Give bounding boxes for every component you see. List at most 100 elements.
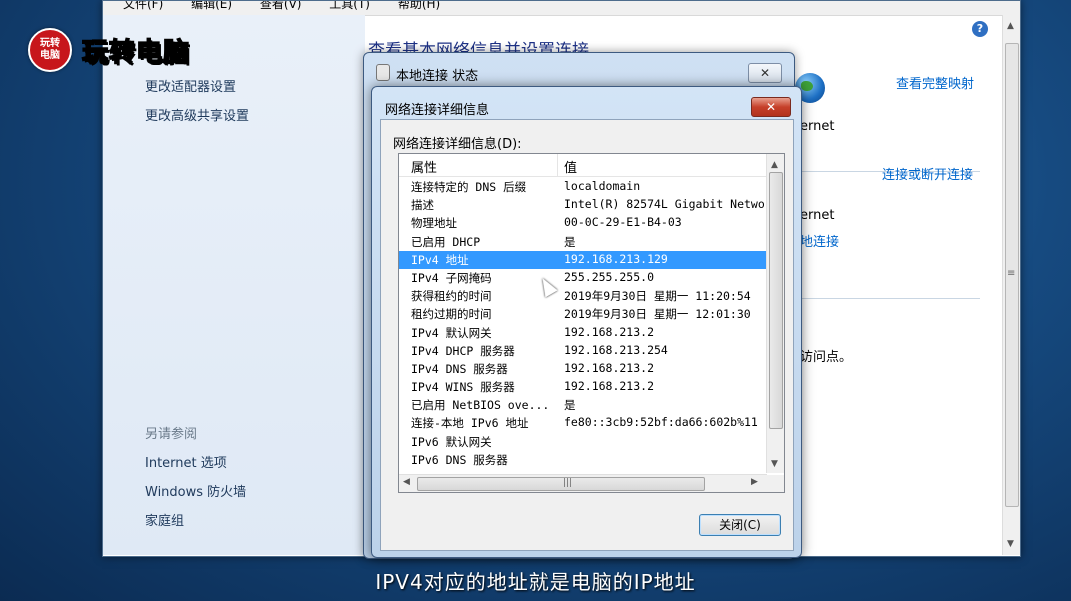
scrollbar-thumb[interactable]: ||| — [417, 477, 705, 491]
value-cell: 192.168.213.2 — [564, 360, 655, 375]
list-rows: 连接特定的 DNS 后缀 localdomain 描述 Intel(R) 82574L… — [399, 178, 767, 469]
details-dialog-title: 网络连接详细信息 — [385, 103, 490, 118]
left-nav-pane: 更改适配器设置 更改高级共享设置 另请参阅 Internet 选项 Window… — [103, 15, 365, 555]
details-list-label: 网络连接详细信息(D): — [393, 137, 522, 152]
watermark-logo-icon: 玩转 电脑 — [28, 28, 72, 72]
scroll-up-icon[interactable]: ▲ — [771, 160, 778, 170]
column-header-value[interactable]: 值 — [564, 157, 577, 176]
property-cell: IPv4 默认网关 — [411, 325, 492, 340]
list-header: 属性 值 — [399, 154, 767, 177]
grip-icon: ||| — [563, 478, 573, 488]
menu-edit[interactable]: 编辑(E) — [191, 1, 232, 11]
list-item[interactable]: 物理地址 00-0C-29-E1-B4-03 — [399, 214, 767, 232]
access-point-text: 访问点。 — [800, 350, 853, 365]
value-cell: 2019年9月30日 星期一 12:01:30 — [564, 307, 751, 322]
property-cell: 描述 — [411, 198, 434, 213]
help-icon[interactable]: ? — [972, 21, 988, 37]
homegroup-link[interactable]: 家庭组 — [145, 510, 184, 529]
menu-file[interactable]: 文件(F) — [123, 1, 163, 11]
scroll-left-icon[interactable]: ◀ — [403, 477, 410, 487]
property-cell: 已启用 NetBIOS ove... — [411, 398, 550, 413]
property-cell: 连接-本地 IPv6 地址 — [411, 416, 529, 431]
details-dialog-body: 网络连接详细信息(D): 属性 值 连接特定的 DNS 后缀 localdomai… — [380, 119, 794, 551]
list-item[interactable]: IPv6 默认网关 — [399, 433, 767, 451]
menu-view[interactable]: 查看(V) — [260, 1, 302, 11]
value-cell: 192.168.213.129 — [564, 251, 668, 266]
value-cell: fe80::3cb9:52bf:da66:602b%11 — [564, 415, 758, 430]
see-also-heading: 另请参阅 — [145, 427, 198, 442]
scroll-right-icon[interactable]: ▶ — [751, 477, 758, 487]
connect-or-disconnect-link[interactable]: 连接或断开连接 — [882, 164, 973, 183]
change-adapter-settings-link[interactable]: 更改适配器设置 — [145, 76, 236, 95]
list-item[interactable]: IPv4 DNS 服务器 192.168.213.2 — [399, 360, 767, 378]
scrollbar-corner — [767, 475, 784, 492]
list-vertical-scrollbar[interactable]: ▲ ▼ — [766, 154, 784, 473]
property-cell: 物理地址 — [411, 216, 457, 231]
close-button[interactable]: 关闭(C) — [699, 514, 781, 536]
property-cell: 连接特定的 DNS 后缀 — [411, 180, 527, 194]
value-cell: 2019年9月30日 星期一 11:20:54 — [564, 289, 751, 304]
page-title: 查看基本网络信息并设置连接 — [368, 41, 589, 52]
list-item[interactable]: IPv4 地址 192.168.213.129 — [399, 250, 767, 269]
menu-tools[interactable]: 工具(T) — [329, 1, 370, 11]
value-cell: 00-0C-29-E1-B4-03 — [564, 215, 682, 230]
list-item[interactable]: IPv6 DNS 服务器 — [399, 451, 767, 469]
view-full-map-link[interactable]: 查看完整映射 — [896, 73, 974, 92]
list-item[interactable]: 连接-本地 IPv6 地址 fe80::3cb9:52bf:da66:602b%1… — [399, 414, 767, 432]
property-cell: IPv4 WINS 服务器 — [411, 380, 515, 395]
property-cell: IPv4 地址 — [411, 252, 469, 267]
property-cell: 已启用 DHCP — [411, 234, 481, 249]
value-cell: 192.168.213.2 — [564, 324, 655, 339]
internet-label: ernet — [800, 119, 835, 134]
list-item[interactable]: IPv4 WINS 服务器 192.168.213.2 — [399, 378, 767, 396]
value-cell: 192.168.213.2 — [564, 379, 655, 394]
property-cell: IPv4 子网掩码 — [411, 270, 492, 285]
column-header-property[interactable]: 属性 — [411, 157, 437, 176]
local-connection-link[interactable]: 地连接 — [800, 231, 839, 250]
windows-firewall-link[interactable]: Windows 防火墙 — [145, 481, 246, 500]
property-cell: IPv4 DHCP 服务器 — [411, 343, 515, 358]
network-status-icon — [376, 64, 390, 81]
value-cell: localdomain — [564, 179, 641, 193]
details-list-view[interactable]: 属性 值 连接特定的 DNS 后缀 localdomain 描述 Intel(R) 8… — [398, 153, 785, 493]
watermark-text: 玩转电脑 — [81, 37, 191, 69]
value-cell: 是 — [564, 398, 576, 413]
scroll-up-icon[interactable]: ▲ — [1007, 21, 1014, 31]
scroll-down-icon[interactable]: ▼ — [1007, 539, 1014, 549]
list-item[interactable]: 描述 Intel(R) 82574L Gigabit Networ — [399, 196, 767, 214]
property-cell: IPv4 DNS 服务器 — [411, 361, 508, 376]
menu-bar: 文件(F) 编辑(E) 查看(V) 工具(T) 帮助(H) — [103, 1, 1020, 16]
value-cell: 192.168.213.254 — [564, 342, 668, 357]
menu-help[interactable]: 帮助(H) — [398, 1, 440, 11]
separator — [800, 298, 980, 299]
list-item[interactable]: IPv4 DHCP 服务器 192.168.213.254 — [399, 342, 767, 360]
list-item[interactable]: IPv4 默认网关 192.168.213.2 — [399, 324, 767, 342]
list-horizontal-scrollbar[interactable]: ◀ ||| ▶ — [399, 474, 767, 492]
vertical-scrollbar[interactable]: ▲ ≡ ▼ — [1002, 15, 1020, 555]
value-cell: 是 — [564, 234, 576, 249]
list-item[interactable]: 租约过期的时间 2019年9月30日 星期一 12:01:30 — [399, 305, 767, 323]
details-close-icon[interactable]: ✕ — [751, 97, 791, 117]
channel-watermark: 玩转 电脑 玩转电脑 — [28, 28, 190, 72]
internet-options-link[interactable]: Internet 选项 — [145, 452, 227, 471]
list-item[interactable]: 已启用 DHCP 是 — [399, 233, 767, 251]
list-item[interactable]: IPv4 子网掩码 255.255.255.0 — [399, 269, 767, 287]
property-cell: 租约过期的时间 — [411, 307, 492, 322]
property-cell: IPv6 默认网关 — [411, 434, 492, 449]
property-cell: 获得租约的时间 — [411, 289, 492, 304]
list-item[interactable]: 已启用 NetBIOS ove... 是 — [399, 396, 767, 414]
list-item[interactable]: 获得租约的时间 2019年9月30日 星期一 11:20:54 — [399, 287, 767, 305]
network-connection-details-dialog: 网络连接详细信息 ✕ 网络连接详细信息(D): 属性 值 连接特定的 DNS 后… — [371, 86, 802, 558]
value-cell: 255.255.255.0 — [564, 269, 655, 284]
list-item[interactable]: 连接特定的 DNS 后缀 localdomain — [399, 178, 767, 196]
status-dialog-title: 本地连接 状态 — [396, 69, 479, 84]
column-divider[interactable] — [557, 154, 558, 176]
change-advanced-sharing-link[interactable]: 更改高级共享设置 — [145, 105, 249, 124]
property-cell: IPv6 DNS 服务器 — [411, 452, 508, 467]
status-close-button[interactable]: ✕ — [748, 63, 782, 83]
scroll-down-icon[interactable]: ▼ — [771, 459, 778, 469]
video-subtitle: IPV4对应的地址就是电脑的IP地址 — [375, 570, 696, 594]
access-type-value: ernet — [800, 208, 835, 223]
scrollbar-thumb[interactable] — [769, 172, 783, 429]
value-cell: Intel(R) 82574L Gigabit Networ — [564, 197, 767, 212]
